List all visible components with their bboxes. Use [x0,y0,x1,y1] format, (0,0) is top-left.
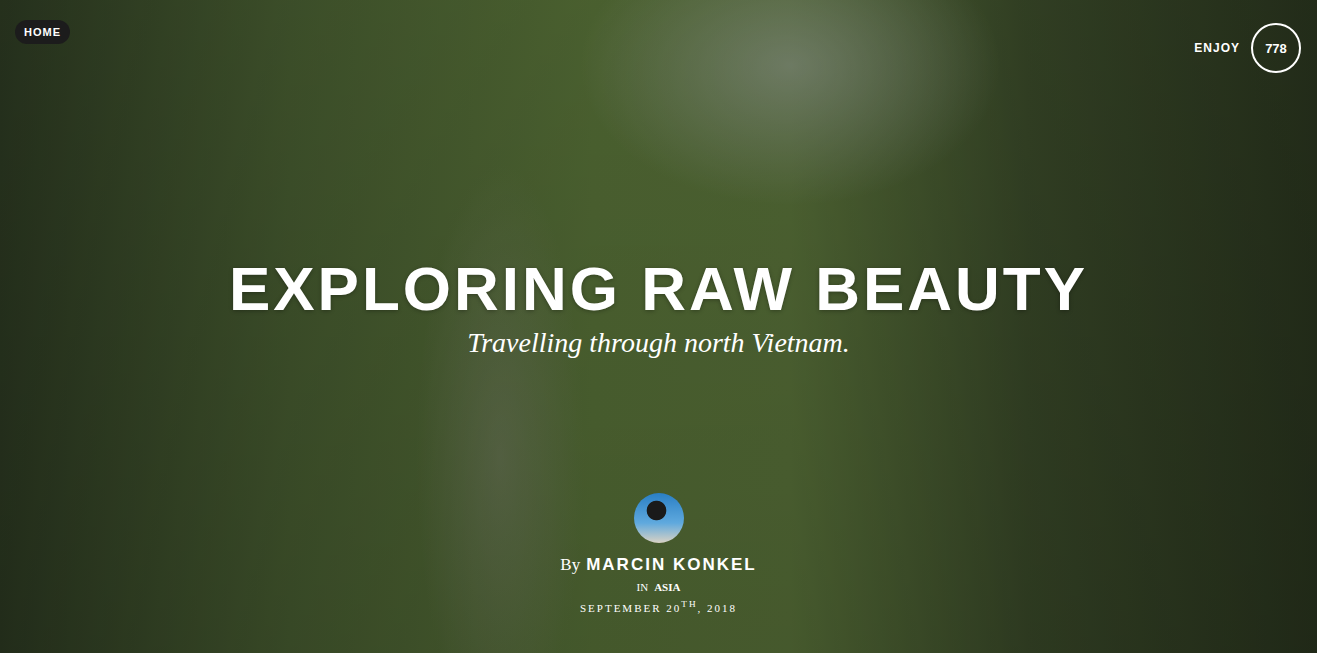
enjoy-label[interactable]: ENJOY [1194,41,1240,55]
byline: By MARCIN KONKEL [560,555,756,575]
home-button[interactable]: HOME [15,20,70,44]
author-block: By MARCIN KONKEL IN ASIA SEPTEMBER 20TH, 201… [560,493,756,614]
category-line: IN ASIA [637,581,681,593]
by-label: By [560,555,580,575]
article-title: EXPLORING RAW BEAUTY [229,255,1088,323]
author-avatar[interactable] [634,493,684,543]
enjoy-count[interactable]: 778 [1251,23,1301,73]
enjoy-counter[interactable]: ENJOY 778 [1194,23,1301,73]
publish-date: SEPTEMBER 20TH, 2018 [580,599,737,614]
article-subtitle: Travelling through north Vietnam. [467,327,850,359]
category-link[interactable]: ASIA [654,581,680,593]
hero: EXPLORING RAW BEAUTY Travelling through n… [0,255,1317,614]
author-name[interactable]: MARCIN KONKEL [586,555,757,575]
top-bar: HOME ENJOY 778 [0,0,1317,73]
hero-page: HOME ENJOY 778 EXPLORING RAW BEAUTY Travelli… [0,0,1317,653]
in-label: IN [637,581,649,593]
